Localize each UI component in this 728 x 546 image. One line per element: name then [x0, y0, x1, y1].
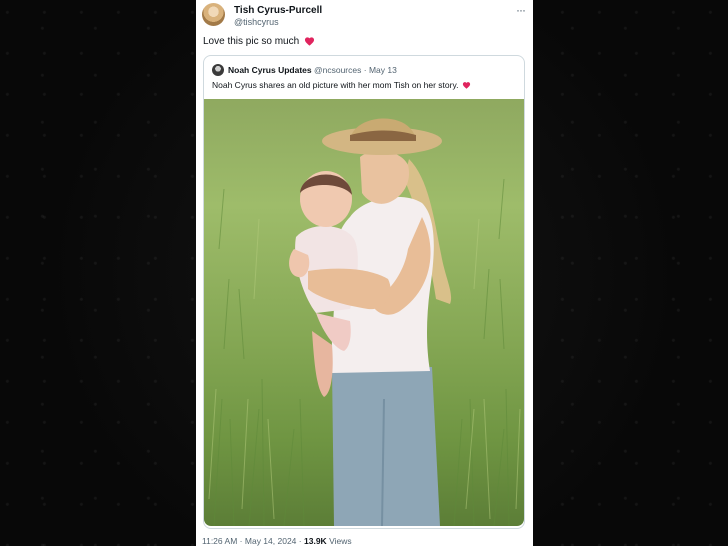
quoted-separator: · — [363, 65, 367, 75]
quoted-avatar[interactable] — [212, 64, 224, 76]
author-name[interactable]: Tish Cyrus-Purcell — [234, 5, 322, 16]
author-handle[interactable]: @tishcyrus — [234, 17, 279, 27]
quoted-header: Noah Cyrus Updates @ncsources · May 13 — [228, 65, 397, 75]
avatar[interactable] — [202, 3, 225, 26]
quoted-photo[interactable] — [204, 99, 524, 526]
tweet-footer: 11:26 AM · May 14, 2024 · 13.9K Views — [202, 536, 352, 546]
tweet-text: Love this pic so much — [203, 36, 315, 49]
quoted-text-body: Noah Cyrus shares an old picture with he… — [212, 80, 459, 90]
tweet-date[interactable]: May 14, 2024 — [245, 536, 297, 546]
tweet-card: Tish Cyrus-Purcell @tishcyrus ··· Love t… — [196, 0, 533, 546]
quoted-author-name[interactable]: Noah Cyrus Updates — [228, 65, 312, 75]
quoted-date[interactable]: May 13 — [369, 65, 397, 75]
red-heart-icon — [304, 36, 315, 49]
views-count: 13.9K — [304, 536, 327, 546]
photo-illustration — [208, 118, 521, 526]
more-options-icon[interactable]: ··· — [516, 3, 526, 17]
quoted-text: Noah Cyrus shares an old picture with he… — [212, 80, 471, 91]
tweet-header: Tish Cyrus-Purcell @tishcyrus ··· — [202, 3, 527, 29]
red-heart-icon — [462, 81, 471, 91]
tweet-text-body: Love this pic so much — [203, 36, 300, 47]
tweet-time[interactable]: 11:26 AM — [202, 536, 237, 546]
quoted-author-handle[interactable]: @ncsources — [314, 65, 361, 75]
footer-separator: · — [298, 536, 302, 546]
quoted-tweet[interactable]: Noah Cyrus Updates @ncsources · May 13 N… — [203, 55, 525, 529]
views-label: Views — [329, 536, 352, 546]
footer-separator: · — [239, 536, 243, 546]
